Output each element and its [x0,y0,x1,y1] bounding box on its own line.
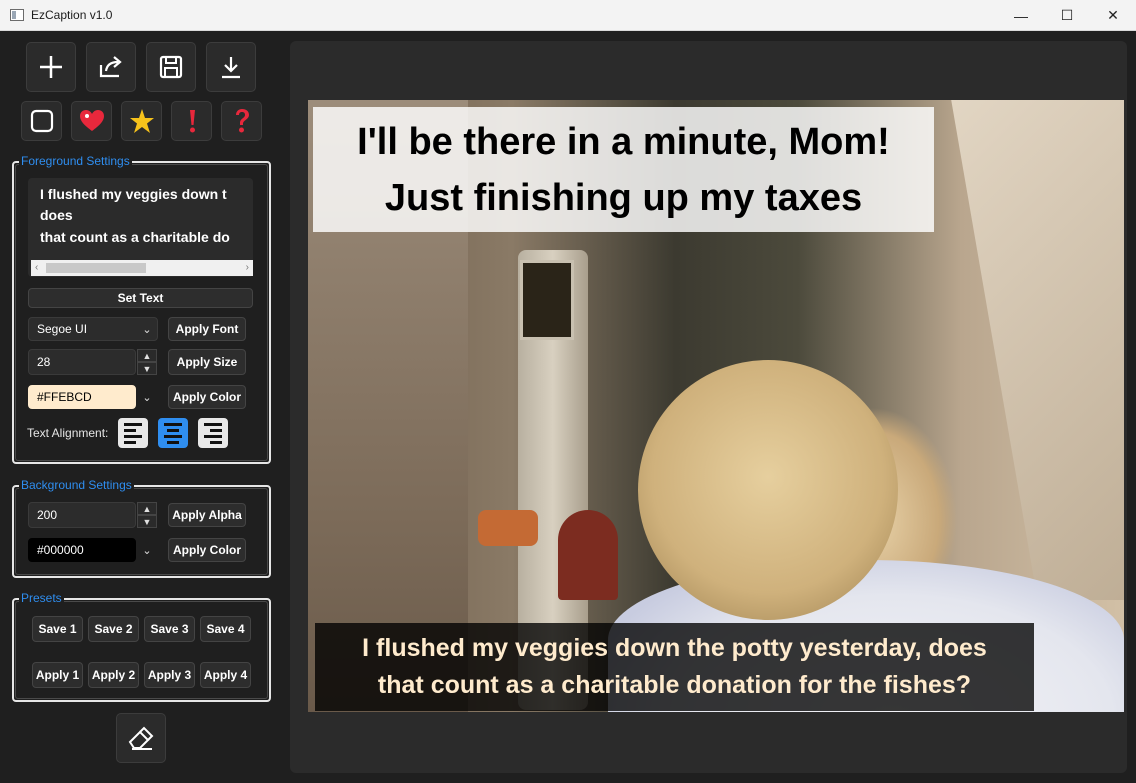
apply-foreground-color-button[interactable]: Apply Color [168,385,246,409]
square-icon [30,109,53,133]
photo-lantern [520,260,574,340]
clear-button[interactable] [116,713,166,763]
alpha-stepper[interactable]: ▲ ▼ [137,502,157,528]
apply-font-button[interactable]: Apply Font [168,317,246,341]
preview-panel: I'll be there in a minute, Mom! Just fin… [282,31,1136,783]
text-horizontal-scrollbar[interactable]: ‹ › [31,260,253,276]
controls-panel: Foreground Settings I flushed my veggies… [0,31,282,783]
photo-mailbox [558,510,618,600]
close-button[interactable]: ✕ [1090,0,1136,31]
stepper-down-icon[interactable]: ▼ [137,362,157,375]
eraser-icon [128,726,154,750]
star-preset-button[interactable] [121,101,162,141]
bottom-caption-line: that count as a charitable donation for … [377,671,972,699]
background-settings-title: Background Settings [19,478,134,492]
apply-preset-1-button[interactable]: Apply 1 [32,662,83,688]
square-preset-button[interactable] [21,101,62,141]
photo-child-hair [638,360,898,620]
heart-icon [79,110,104,131]
scrollbar-thumb[interactable] [46,263,146,273]
save-preset-4-button[interactable]: Save 4 [200,616,251,642]
plus-icon [40,56,62,78]
top-caption-line: Just finishing up my taxes [384,176,863,219]
save-preset-1-button[interactable]: Save 1 [32,616,83,642]
apply-alpha-button[interactable]: Apply Alpha [168,503,246,527]
font-size-stepper[interactable]: ▲ ▼ [137,349,157,375]
maximize-button[interactable]: ☐ [1044,0,1090,31]
apply-preset-4-button[interactable]: Apply 4 [200,662,251,688]
chevron-down-icon[interactable]: ⌄ [137,538,157,562]
chevron-down-icon[interactable]: ⌄ [137,317,157,341]
align-left-button[interactable] [118,418,148,448]
title-bar: EzCaption v1.0 — ☐ ✕ [0,0,1136,31]
bottom-caption-line: I flushed my veggies down the potty yest… [362,634,987,662]
foreground-color-value: #FFEBCD [37,390,92,404]
presets-title: Presets [19,591,64,605]
apply-preset-2-button[interactable]: Apply 2 [88,662,139,688]
set-text-button[interactable]: Set Text [28,288,253,308]
image-canvas[interactable]: I'll be there in a minute, Mom! Just fin… [290,41,1127,773]
stepper-up-icon[interactable]: ▲ [137,502,157,515]
question-preset-button[interactable] [221,101,262,141]
bottom-caption[interactable]: I flushed my veggies down the potty yest… [315,623,1034,711]
app-icon [10,9,24,21]
alpha-input[interactable]: 200 [28,502,136,528]
photo-toy-bowl [478,510,538,546]
alpha-value: 200 [37,508,58,522]
download-button[interactable] [206,42,256,92]
exclamation-icon [189,110,195,133]
question-icon [235,109,249,133]
background-color-value: #000000 [37,543,84,557]
heart-preset-button[interactable] [71,101,112,141]
top-caption-line: I'll be there in a minute, Mom! [357,120,890,163]
text-line: that count as a charitable do [40,229,230,245]
background-settings-group: Background Settings [12,478,271,578]
align-center-button[interactable] [158,418,188,448]
exclamation-preset-button[interactable] [171,101,212,141]
text-line: I flushed my veggies down t [40,186,227,202]
chevron-down-icon[interactable]: ⌄ [137,385,157,409]
stepper-up-icon[interactable]: ▲ [137,349,157,362]
font-size-input[interactable]: 28 [28,349,136,375]
text-line: does [40,207,73,223]
align-right-button[interactable] [198,418,228,448]
new-button[interactable] [26,42,76,92]
save-icon [159,55,183,79]
share-icon [99,56,122,78]
scroll-right-icon[interactable]: › [246,260,249,276]
font-select-value: Segoe UI [37,322,88,336]
font-size-value: 28 [37,355,51,369]
apply-background-color-button[interactable]: Apply Color [168,538,246,562]
background-color-input[interactable]: #000000 [28,538,136,562]
window-title: EzCaption v1.0 [31,8,113,22]
apply-size-button[interactable]: Apply Size [168,349,246,375]
share-button[interactable] [86,42,136,92]
top-caption[interactable]: I'll be there in a minute, Mom! Just fin… [313,107,934,232]
text-alignment-label: Text Alignment: [27,426,109,440]
foreground-color-input[interactable]: #FFEBCD [28,385,136,409]
download-icon [222,57,240,79]
save-preset-2-button[interactable]: Save 2 [88,616,139,642]
save-preset-3-button[interactable]: Save 3 [144,616,195,642]
star-icon [129,109,154,133]
minimize-button[interactable]: — [998,0,1044,31]
save-button[interactable] [146,42,196,92]
photo-playhouse-roof [951,100,1124,600]
foreground-settings-title: Foreground Settings [19,154,132,168]
scroll-left-icon[interactable]: ‹ [35,260,38,276]
apply-preset-3-button[interactable]: Apply 3 [144,662,195,688]
stepper-down-icon[interactable]: ▼ [137,515,157,528]
